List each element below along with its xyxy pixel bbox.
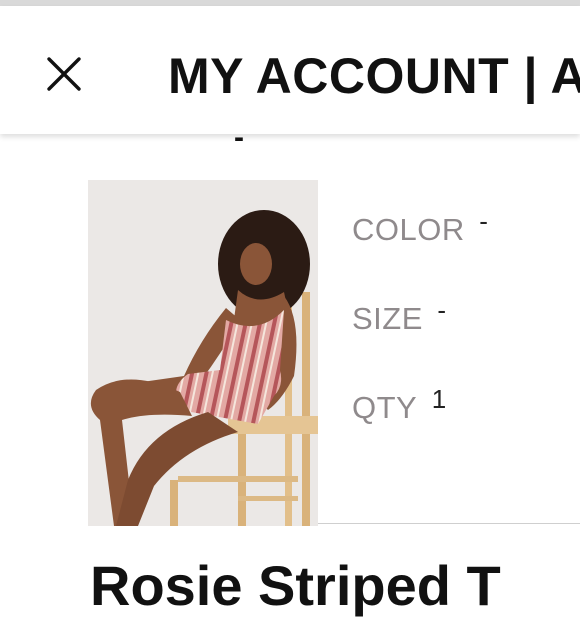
product-image[interactable] xyxy=(88,180,318,526)
item-divider xyxy=(318,523,580,524)
qty-label: QTY xyxy=(352,390,418,425)
qty-value[interactable]: 1 xyxy=(432,384,446,415)
close-icon xyxy=(40,50,88,98)
color-value: - xyxy=(479,206,488,236)
close-button[interactable] xyxy=(40,50,88,98)
color-label: COLOR xyxy=(352,212,465,247)
qty-row: QTY 1 xyxy=(352,384,446,426)
color-row: COLOR - xyxy=(352,206,488,248)
product-name[interactable]: Rosie Striped T xyxy=(90,556,501,616)
size-value: - xyxy=(437,295,447,325)
page-title: MY ACCOUNT | A xyxy=(168,48,580,104)
account-header: MY ACCOUNT | A xyxy=(0,6,580,134)
size-label: SIZE xyxy=(352,301,423,336)
size-row: SIZE - xyxy=(352,295,446,337)
